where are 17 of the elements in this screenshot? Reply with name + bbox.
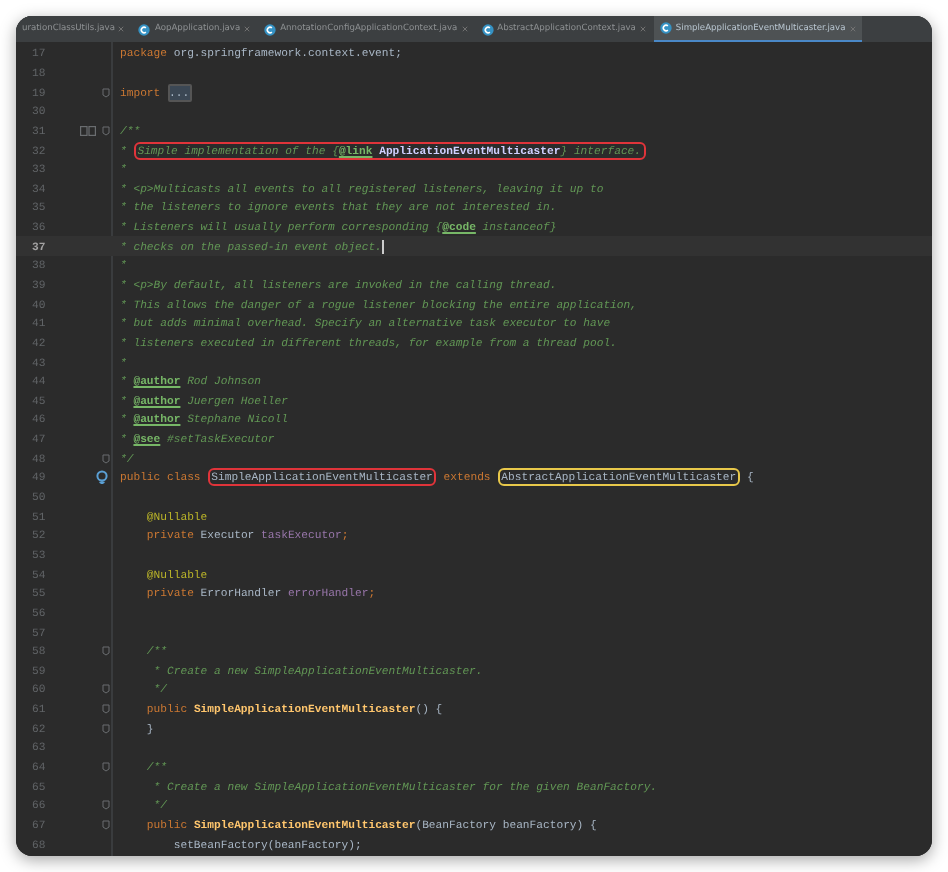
close-icon[interactable] [639, 26, 646, 32]
fold-icon[interactable] [102, 646, 110, 657]
fold-icon[interactable] [102, 800, 110, 811]
fold-icon[interactable] [102, 87, 110, 98]
fold-icon[interactable] [102, 819, 110, 830]
fold-icon[interactable] [102, 704, 110, 715]
override-icon[interactable] [96, 470, 110, 485]
fold-icon[interactable] [102, 684, 110, 695]
close-icon[interactable] [244, 26, 251, 32]
close-icon[interactable] [849, 25, 856, 31]
fold-icon[interactable] [102, 762, 110, 773]
close-icon[interactable] [118, 26, 125, 32]
fold-icon[interactable] [102, 125, 110, 136]
fold-icon[interactable] [102, 453, 110, 464]
fold-icon[interactable] [102, 723, 110, 734]
reader-mode-icon[interactable] [80, 125, 96, 136]
close-icon[interactable] [461, 26, 468, 32]
